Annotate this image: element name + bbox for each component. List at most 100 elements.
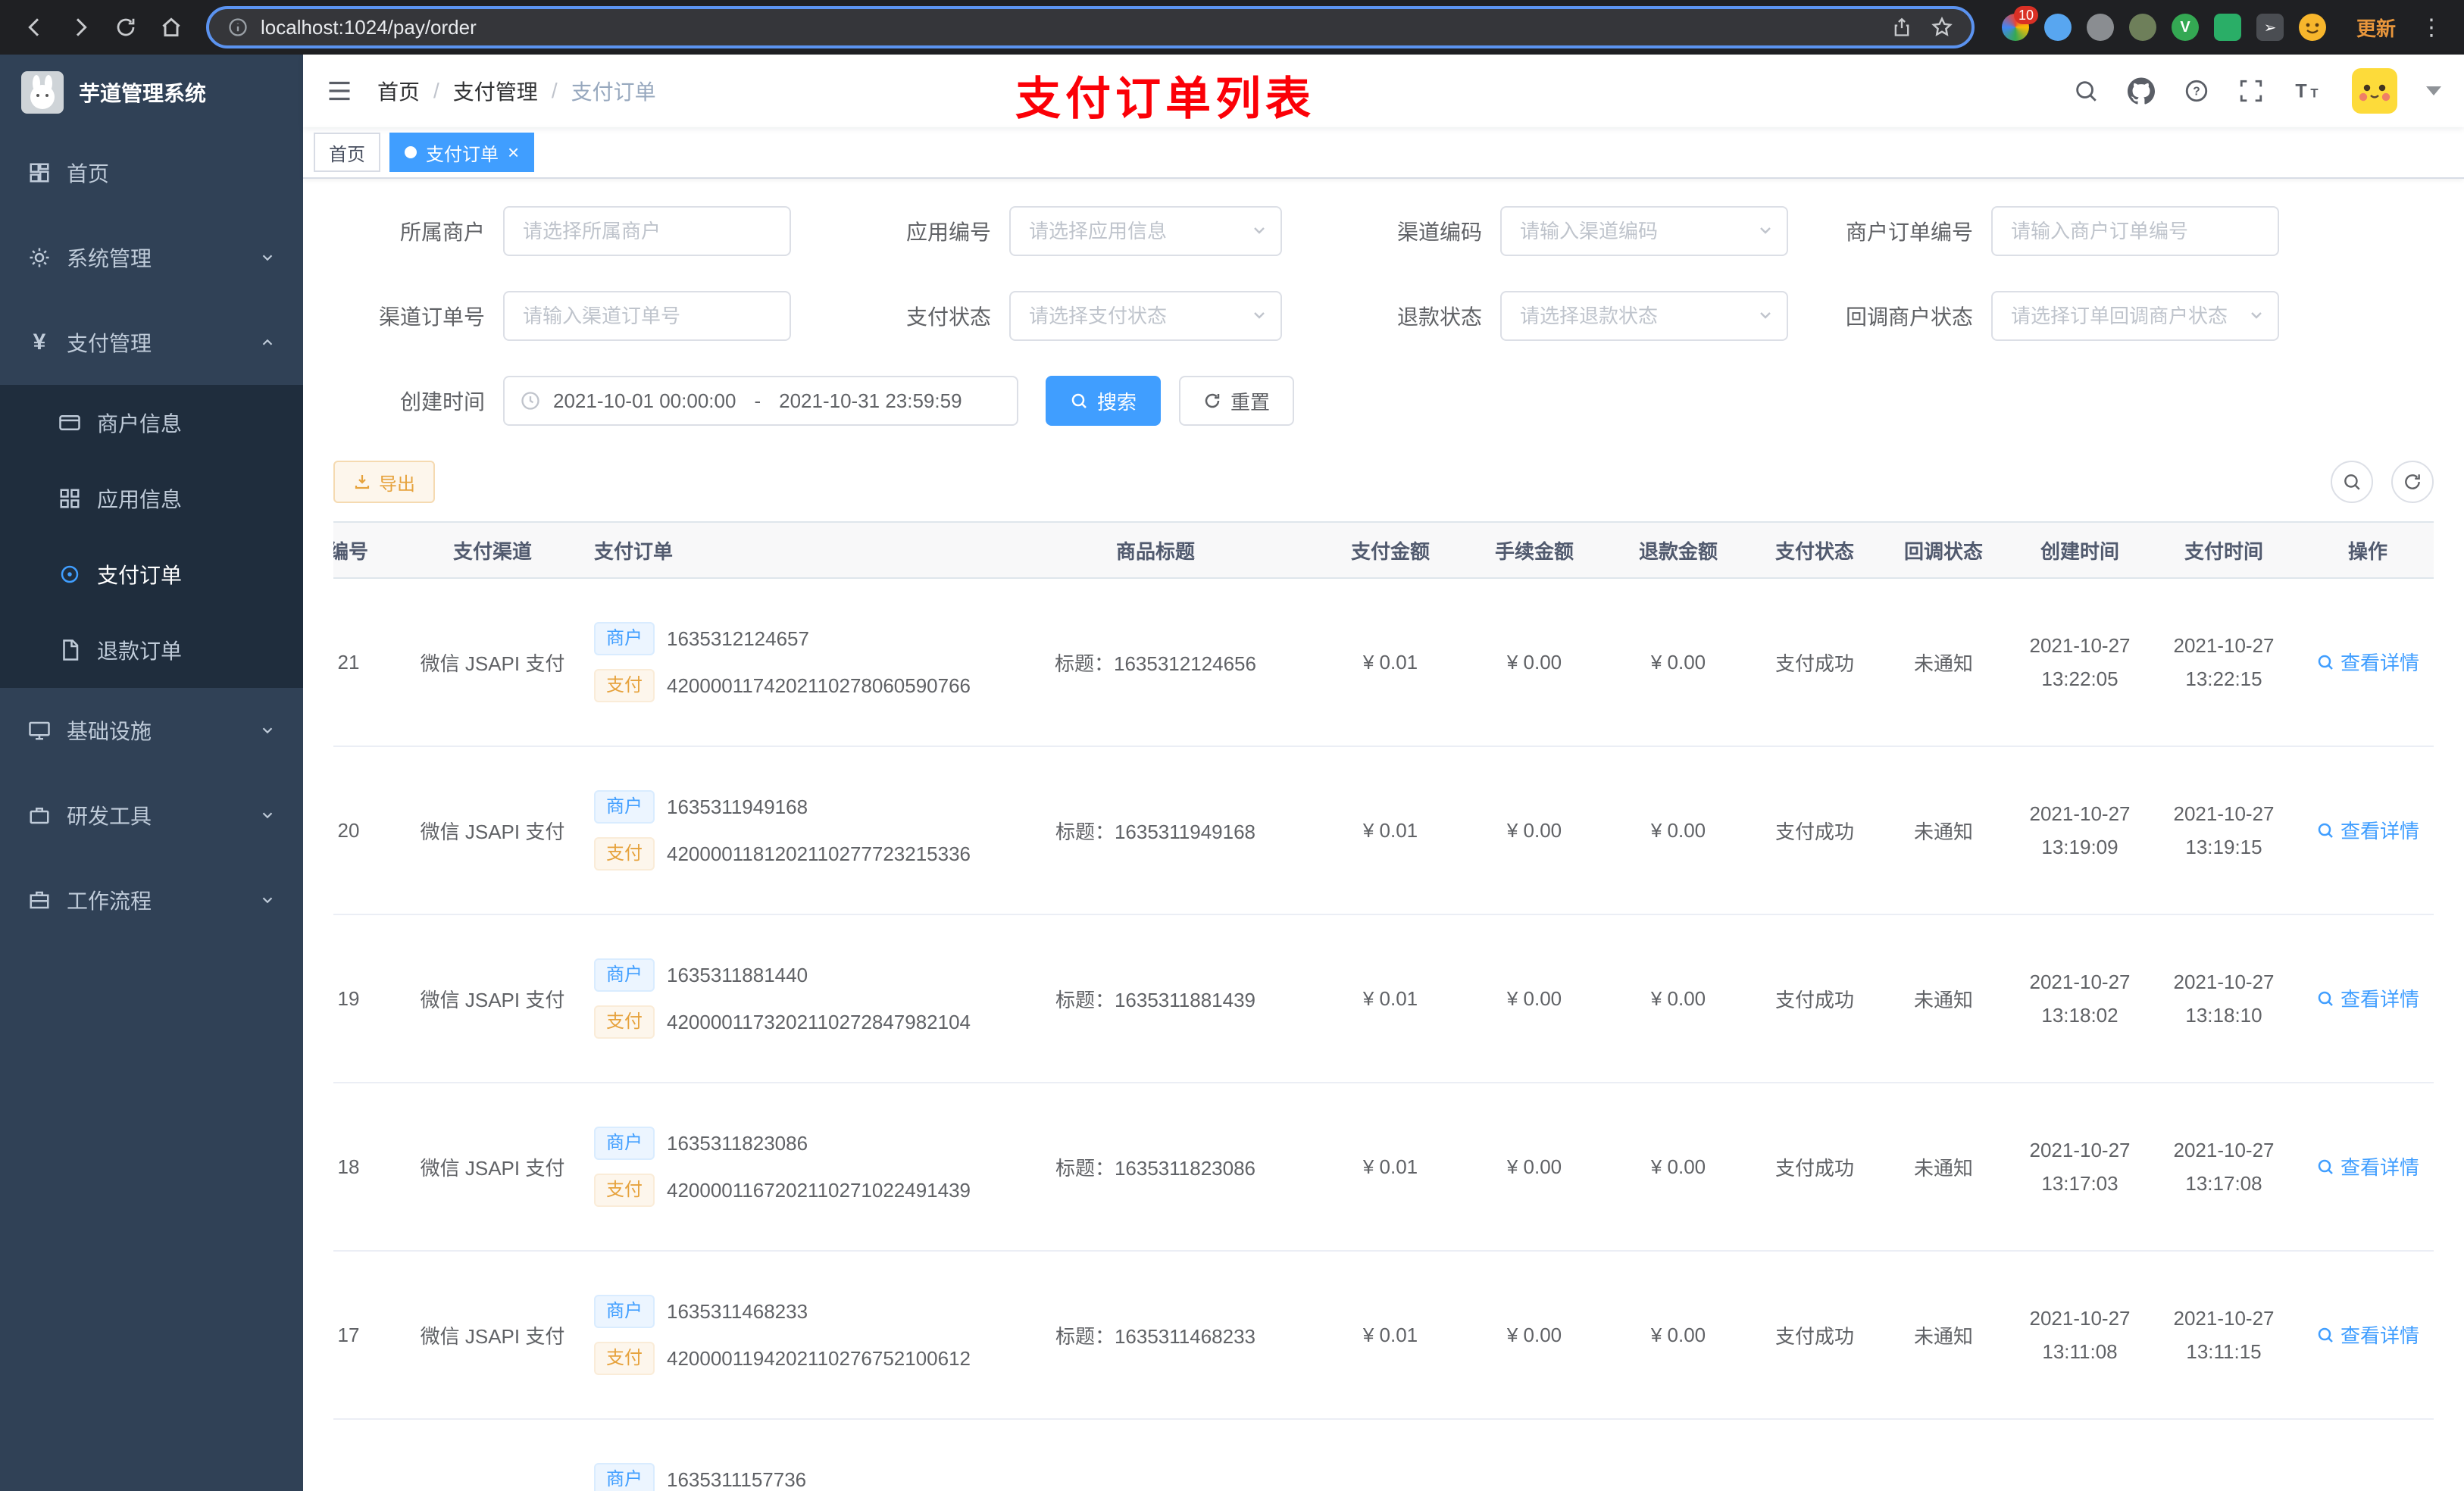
notify-status-cell: 未通知 (1879, 578, 2008, 747)
fullscreen-icon[interactable] (2238, 78, 2264, 104)
sidebar-item-workflow[interactable]: 工作流程 (0, 858, 303, 942)
table-row: 20 微信 JSAPI 支付 商户 1635311949168 支付 42000… (333, 746, 2434, 915)
column-header[interactable]: 商品标题 (993, 521, 1318, 579)
channel-code-filter[interactable] (1500, 206, 1788, 256)
notify-status-filter[interactable] (1991, 291, 2279, 341)
pinned-extension-icon[interactable]: ➢ (2256, 14, 2284, 41)
refresh-table-button[interactable] (2391, 461, 2434, 503)
column-header[interactable]: 支付订单 (576, 521, 993, 579)
merchant-filter-input[interactable] (503, 206, 791, 256)
user-avatar[interactable] (2352, 68, 2397, 114)
home-icon[interactable] (152, 8, 191, 47)
pay-amount-cell: ¥ 0.01 (1318, 746, 1462, 915)
font-size-icon[interactable]: TT (2293, 78, 2323, 104)
forward-icon[interactable] (61, 8, 100, 47)
column-header[interactable]: 手续金额 (1462, 521, 1606, 579)
github-icon[interactable] (2128, 77, 2155, 105)
tab-label: 首页 (329, 144, 365, 165)
create-time-cell: 2021-10-27 13:17:03 (2008, 1083, 2152, 1252)
browser-chrome: localhost:1024/pay/order 10 V ➢ 更新 ⋮ (0, 0, 2464, 55)
action-cell: 查看详情 (2296, 1083, 2434, 1252)
sidebar-item-refund-order[interactable]: 退款订单 (0, 612, 303, 688)
app-filter-input[interactable] (1009, 206, 1282, 256)
bookmark-star-icon[interactable] (1931, 16, 1953, 39)
sidebar-item-app-info[interactable]: 应用信息 (0, 461, 303, 536)
sidebar-item-pay-order[interactable]: 支付订单 (0, 536, 303, 612)
pay-time-cell: 2021-10-27 13:22:15 (2152, 578, 2296, 747)
tab-home[interactable]: 首页 (314, 133, 380, 172)
sidebar-item-home[interactable]: 首页 (0, 130, 303, 215)
breadcrumb-pay-manage[interactable]: 支付管理 (453, 76, 538, 106)
site-info-icon[interactable] (227, 17, 249, 38)
browser-update-button[interactable]: 更新 (2356, 14, 2396, 42)
search-button[interactable]: 搜索 (1046, 376, 1162, 426)
breadcrumb-home[interactable]: 首页 (377, 76, 420, 106)
target-icon (58, 562, 82, 586)
app-filter[interactable] (1009, 206, 1282, 256)
refresh-icon (1205, 393, 1220, 408)
help-icon[interactable]: ? (2184, 78, 2209, 104)
address-bar[interactable]: localhost:1024/pay/order (206, 6, 1975, 48)
column-header[interactable]: 支付渠道 (409, 521, 576, 579)
tab-close-icon[interactable]: × (508, 142, 519, 162)
reload-icon[interactable] (106, 8, 145, 47)
view-detail-link[interactable]: 查看详情 (2316, 648, 2419, 676)
fee-amount-cell: ¥ 0.00 (1462, 1251, 1606, 1420)
filter-row-2: 渠道订单号 支付状态 退款状态 回调商户状态 (333, 291, 2434, 341)
column-header[interactable]: 支付金额 (1318, 521, 1462, 579)
column-header[interactable]: 创建时间 (2008, 521, 2152, 579)
view-detail-link[interactable]: 查看详情 (2316, 1321, 2419, 1349)
share-icon[interactable] (1891, 17, 1912, 38)
toggle-search-button[interactable] (2331, 461, 2373, 503)
merchant-filter[interactable] (503, 206, 791, 256)
channel-code-filter-input[interactable] (1500, 206, 1788, 256)
back-icon[interactable] (15, 8, 55, 47)
briefcase-icon (27, 888, 52, 912)
column-header[interactable]: 支付时间 (2152, 521, 2296, 579)
channel-order-no-filter[interactable] (503, 291, 791, 341)
merchant-order-no-filter[interactable] (1991, 206, 2279, 256)
reset-button[interactable]: 重置 (1179, 376, 1295, 426)
create-time-range[interactable]: 2021-10-01 00:00:00 - 2021-10-31 23:59:5… (503, 376, 1018, 426)
extension-icon-2[interactable] (2043, 14, 2072, 41)
column-header[interactable]: 退款金额 (1606, 521, 1750, 579)
hamburger-icon[interactable] (326, 77, 353, 105)
chevron-up-icon (259, 334, 276, 351)
pay-status-filter-input[interactable] (1009, 291, 1282, 341)
browser-menu-icon[interactable]: ⋮ (2414, 14, 2449, 41)
merchant-order-no-filter-input[interactable] (1991, 206, 2279, 256)
tab-pay-order[interactable]: 支付订单 × (389, 133, 535, 172)
column-header[interactable]: 支付状态 (1750, 521, 1879, 579)
extension-icon-4[interactable] (2128, 14, 2156, 41)
view-detail-link[interactable]: 查看详情 (2316, 816, 2419, 844)
sidebar-item-payment[interactable]: ¥ 支付管理 (0, 300, 303, 385)
sidebar-item-merchant-info[interactable]: 商户信息 (0, 385, 303, 461)
refund-amount-cell: ¥ 0.00 (1606, 914, 1750, 1083)
pay-status-filter[interactable] (1009, 291, 1282, 341)
magnifier-icon (2318, 655, 2333, 670)
extension-icon-1[interactable]: 10 (2001, 6, 2038, 41)
extension-icon-8[interactable] (2298, 14, 2326, 41)
channel-order-no-filter-input[interactable] (503, 291, 791, 341)
sidebar-item-dev-tools[interactable]: 研发工具 (0, 773, 303, 858)
refund-status-filter-input[interactable] (1500, 291, 1788, 341)
gear-icon (27, 245, 52, 270)
extension-icon-6[interactable] (2213, 14, 2241, 41)
pay-order-cell: 商户 1635311823086 支付 42000011672021102710… (576, 1083, 993, 1252)
extension-icon-5[interactable]: V (2171, 14, 2199, 41)
view-detail-link[interactable]: 查看详情 (2316, 1152, 2419, 1180)
column-header[interactable]: 编号 (333, 521, 409, 579)
goods-title-cell: 标题：1635311881439 (993, 914, 1318, 1083)
column-header[interactable]: 回调状态 (1879, 521, 2008, 579)
column-header[interactable]: 操作 (2296, 521, 2434, 579)
extension-icon-3[interactable] (2086, 14, 2114, 41)
export-button[interactable]: 导出 (333, 461, 435, 503)
notify-status-filter-input[interactable] (1991, 291, 2279, 341)
sidebar-item-infra[interactable]: 基础设施 (0, 688, 303, 773)
view-detail-link[interactable]: 查看详情 (2316, 984, 2419, 1012)
avatar-dropdown-icon[interactable] (2426, 86, 2441, 95)
order-id-cell: 17 (333, 1251, 409, 1420)
sidebar-item-system[interactable]: 系统管理 (0, 215, 303, 300)
search-icon[interactable] (2073, 78, 2099, 104)
refund-status-filter[interactable] (1500, 291, 1788, 341)
